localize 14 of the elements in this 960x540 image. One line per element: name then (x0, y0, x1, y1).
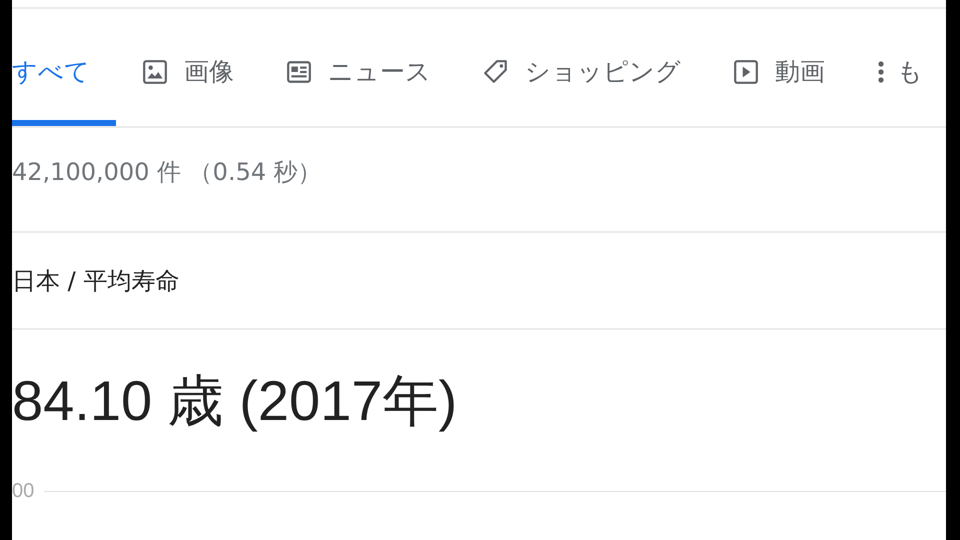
search-tab[interactable]: ニュース (286, 9, 457, 126)
newspaper-icon (286, 58, 312, 84)
breadcrumb: 日本 / 平均寿命 (12, 266, 180, 296)
search-tab[interactable]: 画像 (142, 9, 260, 126)
search-tab[interactable]: も (877, 9, 923, 126)
search-tab[interactable]: 動画 (733, 9, 851, 126)
more-icon (877, 58, 885, 84)
axis-label: 00 (12, 480, 34, 503)
image-icon (142, 58, 168, 84)
play-icon (733, 58, 759, 84)
result-stats: 42,100,000 件 （0.54 秒） (12, 156, 322, 188)
tag-icon (483, 58, 509, 84)
answer-value: 84.10 歳 (2017年) (12, 368, 458, 434)
search-tab[interactable]: ショッピング (483, 9, 707, 126)
